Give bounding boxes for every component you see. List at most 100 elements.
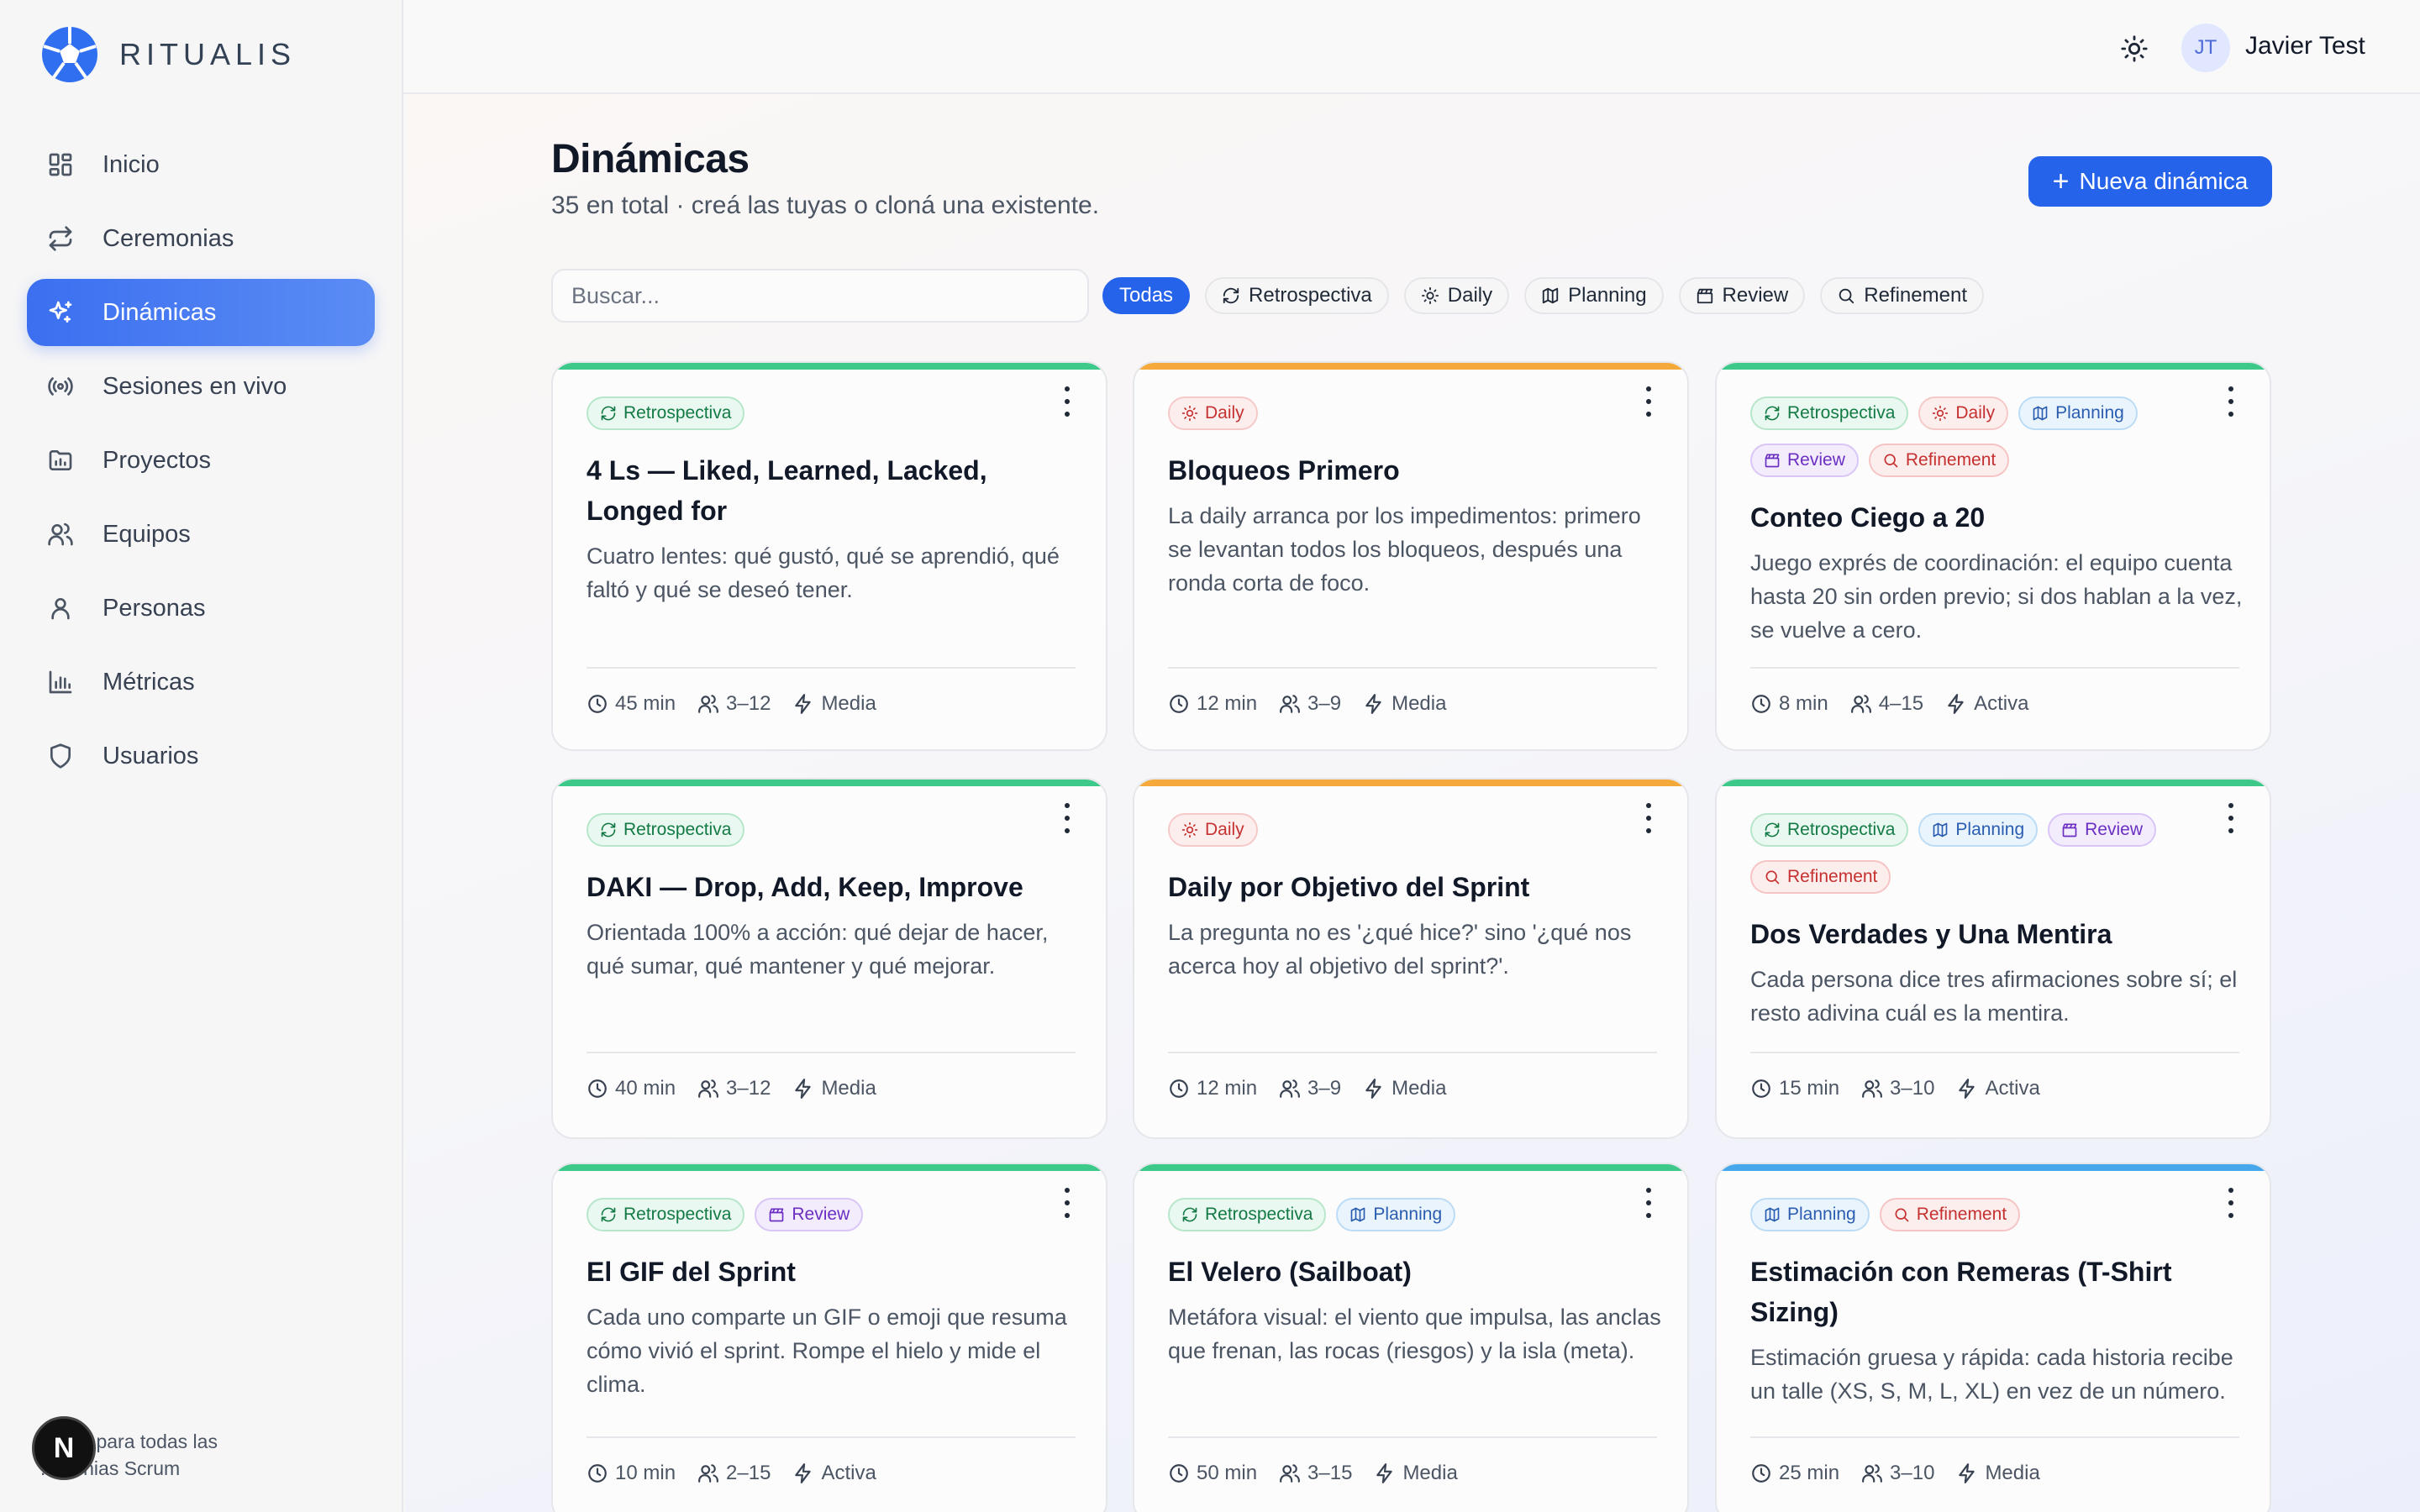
bar-chart-icon — [45, 667, 76, 697]
sidebar-item-label: Inicio — [103, 150, 160, 178]
refresh-icon — [601, 406, 616, 421]
user-icon — [45, 593, 76, 623]
clapperboard-icon — [1765, 454, 1780, 468]
dynamic-card[interactable]: Daily Daily por Objetivo del Sprint La p… — [1133, 778, 1689, 1139]
brand[interactable]: RITUALIS — [40, 25, 296, 84]
tag-refinement: Refinement — [1879, 1198, 2021, 1231]
dynamic-card[interactable]: Retrospectiva Review El GIF del Sprint C… — [551, 1163, 1107, 1512]
sidebar-item-personas[interactable]: Personas — [27, 575, 375, 642]
card-energy: Media — [1392, 1077, 1447, 1100]
card-description: Cada persona dice tres afirmaciones sobr… — [1750, 967, 2238, 1026]
dynamic-card[interactable]: Daily Bloqueos Primero La daily arranca … — [1133, 361, 1689, 751]
card-meta: 45 min 3–12 Media — [587, 692, 898, 716]
tag-label: Retrospectiva — [623, 403, 732, 423]
card-description: Estimación gruesa y rápida: cada histori… — [1750, 1345, 2233, 1404]
dynamic-card[interactable]: Retrospectiva Planning Review Refinement… — [1715, 778, 2271, 1139]
more-options-icon[interactable] — [1059, 1188, 1076, 1218]
sidebar-item-label: Proyectos — [103, 446, 211, 474]
sidebar-item-dinamicas[interactable]: Dinámicas — [27, 279, 375, 346]
new-dynamic-button[interactable]: + Nueva dinámica — [2028, 156, 2272, 207]
clock-icon — [1170, 695, 1188, 713]
more-options-icon[interactable] — [1059, 803, 1076, 833]
tag-retrospectiva: Retrospectiva — [1750, 813, 1909, 847]
filter-chip-planning[interactable]: Planning — [1524, 277, 1664, 314]
tag-label: Refinement — [1787, 867, 1878, 886]
theme-toggle-button[interactable] — [2118, 32, 2151, 66]
filter-chip-review[interactable]: Review — [1678, 277, 1806, 314]
search-icon — [1839, 288, 1854, 304]
new-dynamic-label: Nueva dinámica — [2079, 168, 2249, 194]
more-options-icon[interactable] — [2223, 803, 2239, 833]
tag-review: Review — [1750, 444, 1859, 477]
folder-chart-icon — [45, 445, 76, 475]
dynamic-card[interactable]: Planning Refinement Estimación con Remer… — [1715, 1163, 2271, 1512]
card-title: El GIF del Sprint — [587, 1257, 796, 1287]
sidebar-item-label: Usuarios — [103, 742, 199, 769]
next-badge[interactable]: N — [32, 1416, 96, 1480]
more-options-icon[interactable] — [1059, 386, 1076, 417]
card-title: DAKI — Drop, Add, Keep, Improve — [587, 872, 1023, 902]
sidebar-item-inicio[interactable]: Inicio — [27, 131, 375, 198]
card-accent-bar — [1134, 1164, 1687, 1171]
card-people: 3–10 — [1890, 1077, 1935, 1100]
sidebar-item-metricas[interactable]: Métricas — [27, 648, 375, 716]
dynamic-card[interactable]: Retrospectiva Planning El Velero (Sailbo… — [1133, 1163, 1689, 1512]
filter-chip-refinement[interactable]: Refinement — [1820, 277, 1984, 314]
map-icon — [1351, 1207, 1365, 1222]
card-duration: 15 min — [1779, 1077, 1840, 1100]
sidebar: RITUALIS Inicio Ceremonias Dinámicas Ses… — [0, 0, 403, 1512]
card-tags: Planning Refinement — [1750, 1198, 2221, 1245]
card-divider — [1750, 1436, 2239, 1438]
dynamic-card[interactable]: Retrospectiva 4 Ls — Liked, Learned, Lac… — [551, 361, 1107, 751]
card-people: 3–12 — [726, 692, 771, 715]
map-icon — [2033, 406, 2048, 421]
tag-planning: Planning — [2018, 396, 2138, 430]
sidebar-item-label: Personas — [103, 594, 206, 622]
filter-chip-todas[interactable]: Todas — [1102, 277, 1191, 314]
brand-name: RITUALIS — [119, 37, 297, 71]
search-icon — [1884, 454, 1898, 468]
tag-label: Planning — [2055, 403, 2124, 423]
tag-label: Retrospectiva — [1205, 1205, 1313, 1224]
users-icon — [45, 519, 76, 549]
card-accent-bar — [1717, 780, 2270, 786]
more-options-icon[interactable] — [2223, 386, 2239, 417]
tag-label: Refinement — [1916, 1205, 2007, 1224]
card-energy: Media — [821, 692, 876, 715]
card-duration: 25 min — [1779, 1462, 1840, 1484]
tag-label: Refinement — [1905, 450, 1996, 470]
card-meta: 15 min 3–10 Activa — [1750, 1077, 2062, 1100]
main-content: Dinámicas 35 en total · creá las tuyas o… — [405, 94, 2420, 1512]
more-options-icon[interactable] — [1640, 1188, 1657, 1218]
tag-label: Review — [792, 1205, 850, 1224]
card-tags: Retrospectiva Review — [587, 1198, 1057, 1245]
tag-daily: Daily — [1918, 396, 2009, 430]
card-accent-bar — [1134, 780, 1687, 786]
filter-chips: Todas Retrospectiva Daily Planning Revie… — [1102, 277, 1999, 314]
search-input[interactable] — [551, 269, 1089, 323]
sidebar-item-usuarios[interactable]: Usuarios — [27, 722, 375, 790]
dynamic-card[interactable]: Retrospectiva DAKI — Drop, Add, Keep, Im… — [551, 778, 1107, 1139]
card-duration: 8 min — [1779, 692, 1828, 715]
tag-refinement: Refinement — [1868, 444, 2010, 477]
avatar[interactable]: JT — [2181, 24, 2230, 72]
repeat-icon — [45, 223, 76, 254]
card-meta: 50 min 3–15 Media — [1168, 1462, 1480, 1485]
sidebar-item-equipos[interactable]: Equipos — [27, 501, 375, 568]
more-options-icon[interactable] — [1640, 386, 1657, 417]
more-options-icon[interactable] — [2223, 1188, 2239, 1218]
sidebar-item-proyectos[interactable]: Proyectos — [27, 427, 375, 494]
sidebar-item-label: Equipos — [103, 520, 191, 548]
user-name[interactable]: Javier Test — [2245, 32, 2365, 60]
filter-chip-daily[interactable]: Daily — [1403, 277, 1510, 314]
filter-chip-retrospectiva[interactable]: Retrospectiva — [1205, 277, 1389, 314]
sidebar-item-ceremonias[interactable]: Ceremonias — [27, 205, 375, 272]
dynamic-card[interactable]: Retrospectiva Daily Planning Review Refi… — [1715, 361, 2271, 751]
tag-planning: Planning — [1750, 1198, 1870, 1231]
card-title: Daily por Objetivo del Sprint — [1168, 872, 1530, 902]
sidebar-item-sesiones[interactable]: Sesiones en vivo — [27, 353, 375, 420]
more-options-icon[interactable] — [1640, 803, 1657, 833]
sidebar-item-label: Métricas — [103, 668, 195, 696]
tag-daily: Daily — [1168, 396, 1258, 430]
card-energy: Media — [1985, 1462, 2040, 1484]
